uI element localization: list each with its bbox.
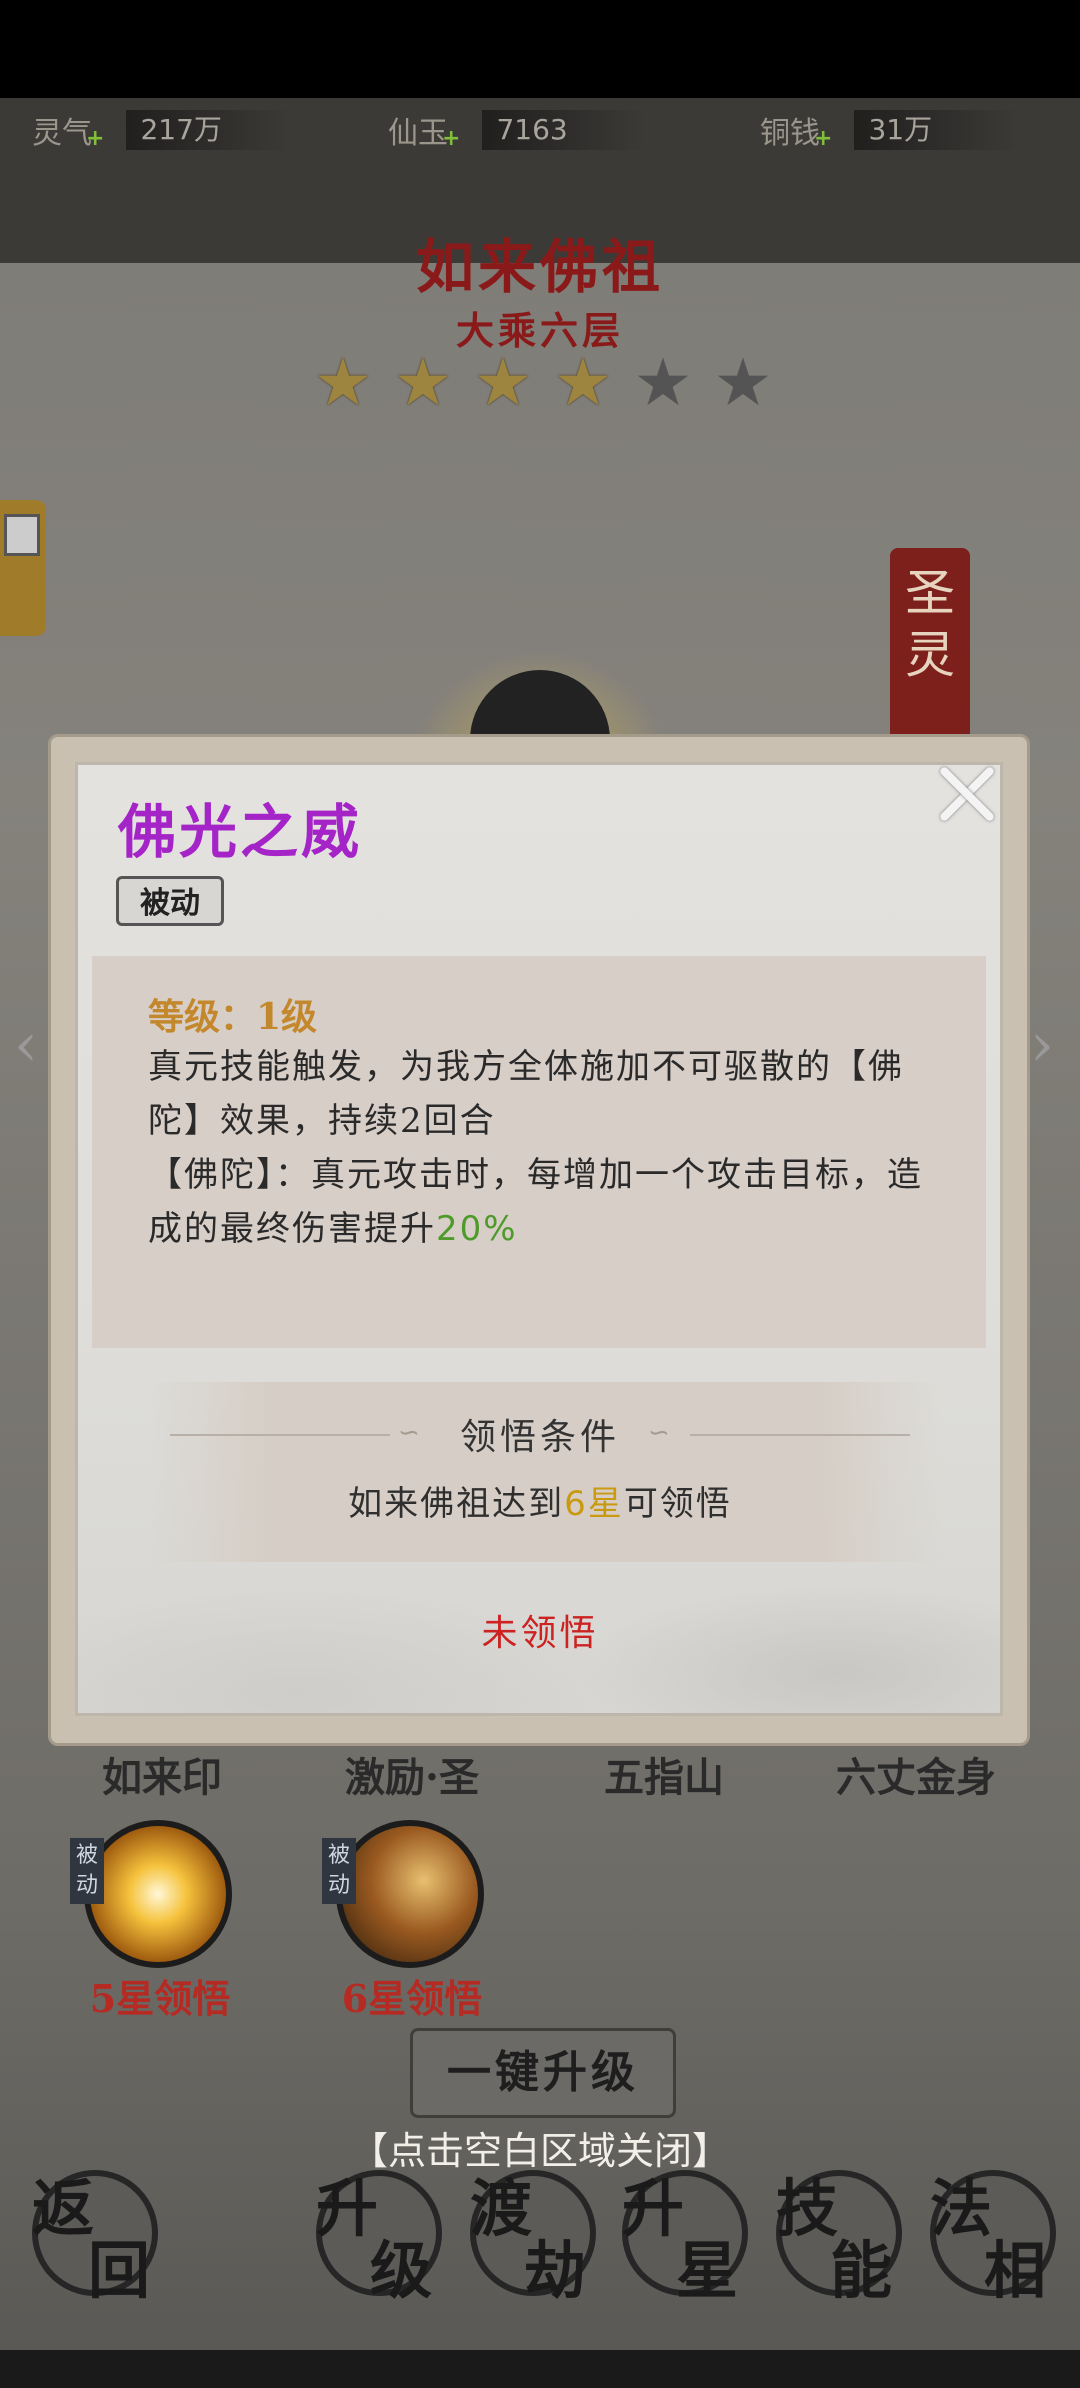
skill-title: 佛光之威 [118, 798, 363, 866]
nav-label: 技 [776, 2172, 839, 2245]
side-menu-button[interactable] [0, 500, 46, 636]
nav-label: 相 [984, 2234, 1047, 2307]
passive-tag: 被动 [70, 1838, 104, 1904]
resource-lingqi: 灵气 + 217万 [32, 108, 291, 152]
nav-label: 升 [316, 2172, 379, 2245]
passive-tag: 被动 [322, 1838, 356, 1904]
nav-label: 星 [676, 2234, 739, 2307]
upgrade-all-button[interactable]: 一键升级 [410, 2028, 676, 2118]
holy-spirit-banner[interactable]: 圣灵 [890, 548, 970, 748]
nav-label: 升 [622, 2172, 685, 2245]
resource-value: 7163 [482, 110, 647, 150]
nav-label: 回 [88, 2234, 151, 2307]
next-hero-arrow-icon[interactable]: › [1030, 1010, 1054, 1080]
skill-name[interactable]: 五指山 [554, 1745, 774, 1803]
nav-label: 返 [32, 2172, 95, 2245]
resource-label: 灵气 [32, 116, 92, 151]
passive-skill-icon[interactable] [84, 1820, 232, 1968]
unlock-requirement: 6星领悟 [341, 1976, 483, 2021]
star-empty-icon: ★ [633, 344, 693, 421]
resource-value: 217万 [126, 110, 291, 150]
prev-hero-arrow-icon[interactable]: ‹ [14, 1010, 38, 1080]
star-filled-icon: ★ [553, 344, 613, 421]
resource-xianyu: 仙玉 + 7163 [388, 108, 647, 152]
nav-label: 渡 [470, 2172, 533, 2245]
nav-label: 级 [370, 2234, 433, 2307]
system-bar [0, 2350, 1080, 2388]
description-line: 【佛陀】：真元攻击时，每增加一个攻击目标，造成的最终伤害提升20% [148, 1155, 923, 1249]
skill-name[interactable]: 激励·圣 [302, 1745, 522, 1803]
comprehension-status: 未领悟 [481, 1613, 599, 1654]
passive-skill-icon[interactable] [336, 1820, 484, 1968]
hero-name: 如来佛祖 [415, 233, 664, 301]
resource-tongqian: 铜钱 + 31万 [760, 108, 1019, 152]
resource-value: 31万 [854, 110, 1019, 150]
description-line: 真元技能触发，为我方全体施加不可驱散的【佛陀】效果，持续2回合 [148, 1047, 904, 1141]
add-icon[interactable]: + [442, 126, 460, 151]
star-filled-icon: ★ [473, 344, 533, 421]
close-icon[interactable] [935, 762, 997, 824]
skill-type-badge: 被动 [116, 876, 224, 926]
nav-label: 法 [930, 2172, 993, 2245]
add-icon[interactable]: + [814, 126, 832, 151]
hero-rank: 大乘六层 [455, 308, 624, 353]
skill-name[interactable]: 如来印 [52, 1745, 272, 1803]
nav-label: 劫 [524, 2234, 587, 2307]
resource-label: 仙玉 [388, 116, 448, 151]
star-filled-icon: ★ [313, 344, 373, 421]
star-empty-icon: ★ [713, 344, 773, 421]
skill-level: 等级：1级 [148, 996, 318, 1038]
add-icon[interactable]: + [86, 126, 104, 151]
damage-bonus-value: 20% [436, 1209, 518, 1249]
star-filled-icon: ★ [393, 344, 453, 421]
nav-label: 能 [830, 2234, 893, 2307]
unlock-requirement: 5星领悟 [89, 1976, 231, 2021]
condition-title: 领悟条件 [459, 1417, 620, 1458]
skill-description: 真元技能触发，为我方全体施加不可驱散的【佛陀】效果，持续2回合 【佛陀】：真元攻… [148, 1040, 938, 1256]
condition-text: 如来佛祖达到6星可领悟 [348, 1484, 732, 1524]
close-hint[interactable]: 【点击空白区域关闭】 [0, 2120, 1080, 2175]
hero-stars: ★ ★ ★ ★ ★ ★ [310, 350, 776, 416]
required-stars: 6星 [564, 1484, 624, 1524]
resource-label: 铜钱 [760, 116, 820, 151]
skill-name[interactable]: 六丈金身 [806, 1745, 1026, 1803]
